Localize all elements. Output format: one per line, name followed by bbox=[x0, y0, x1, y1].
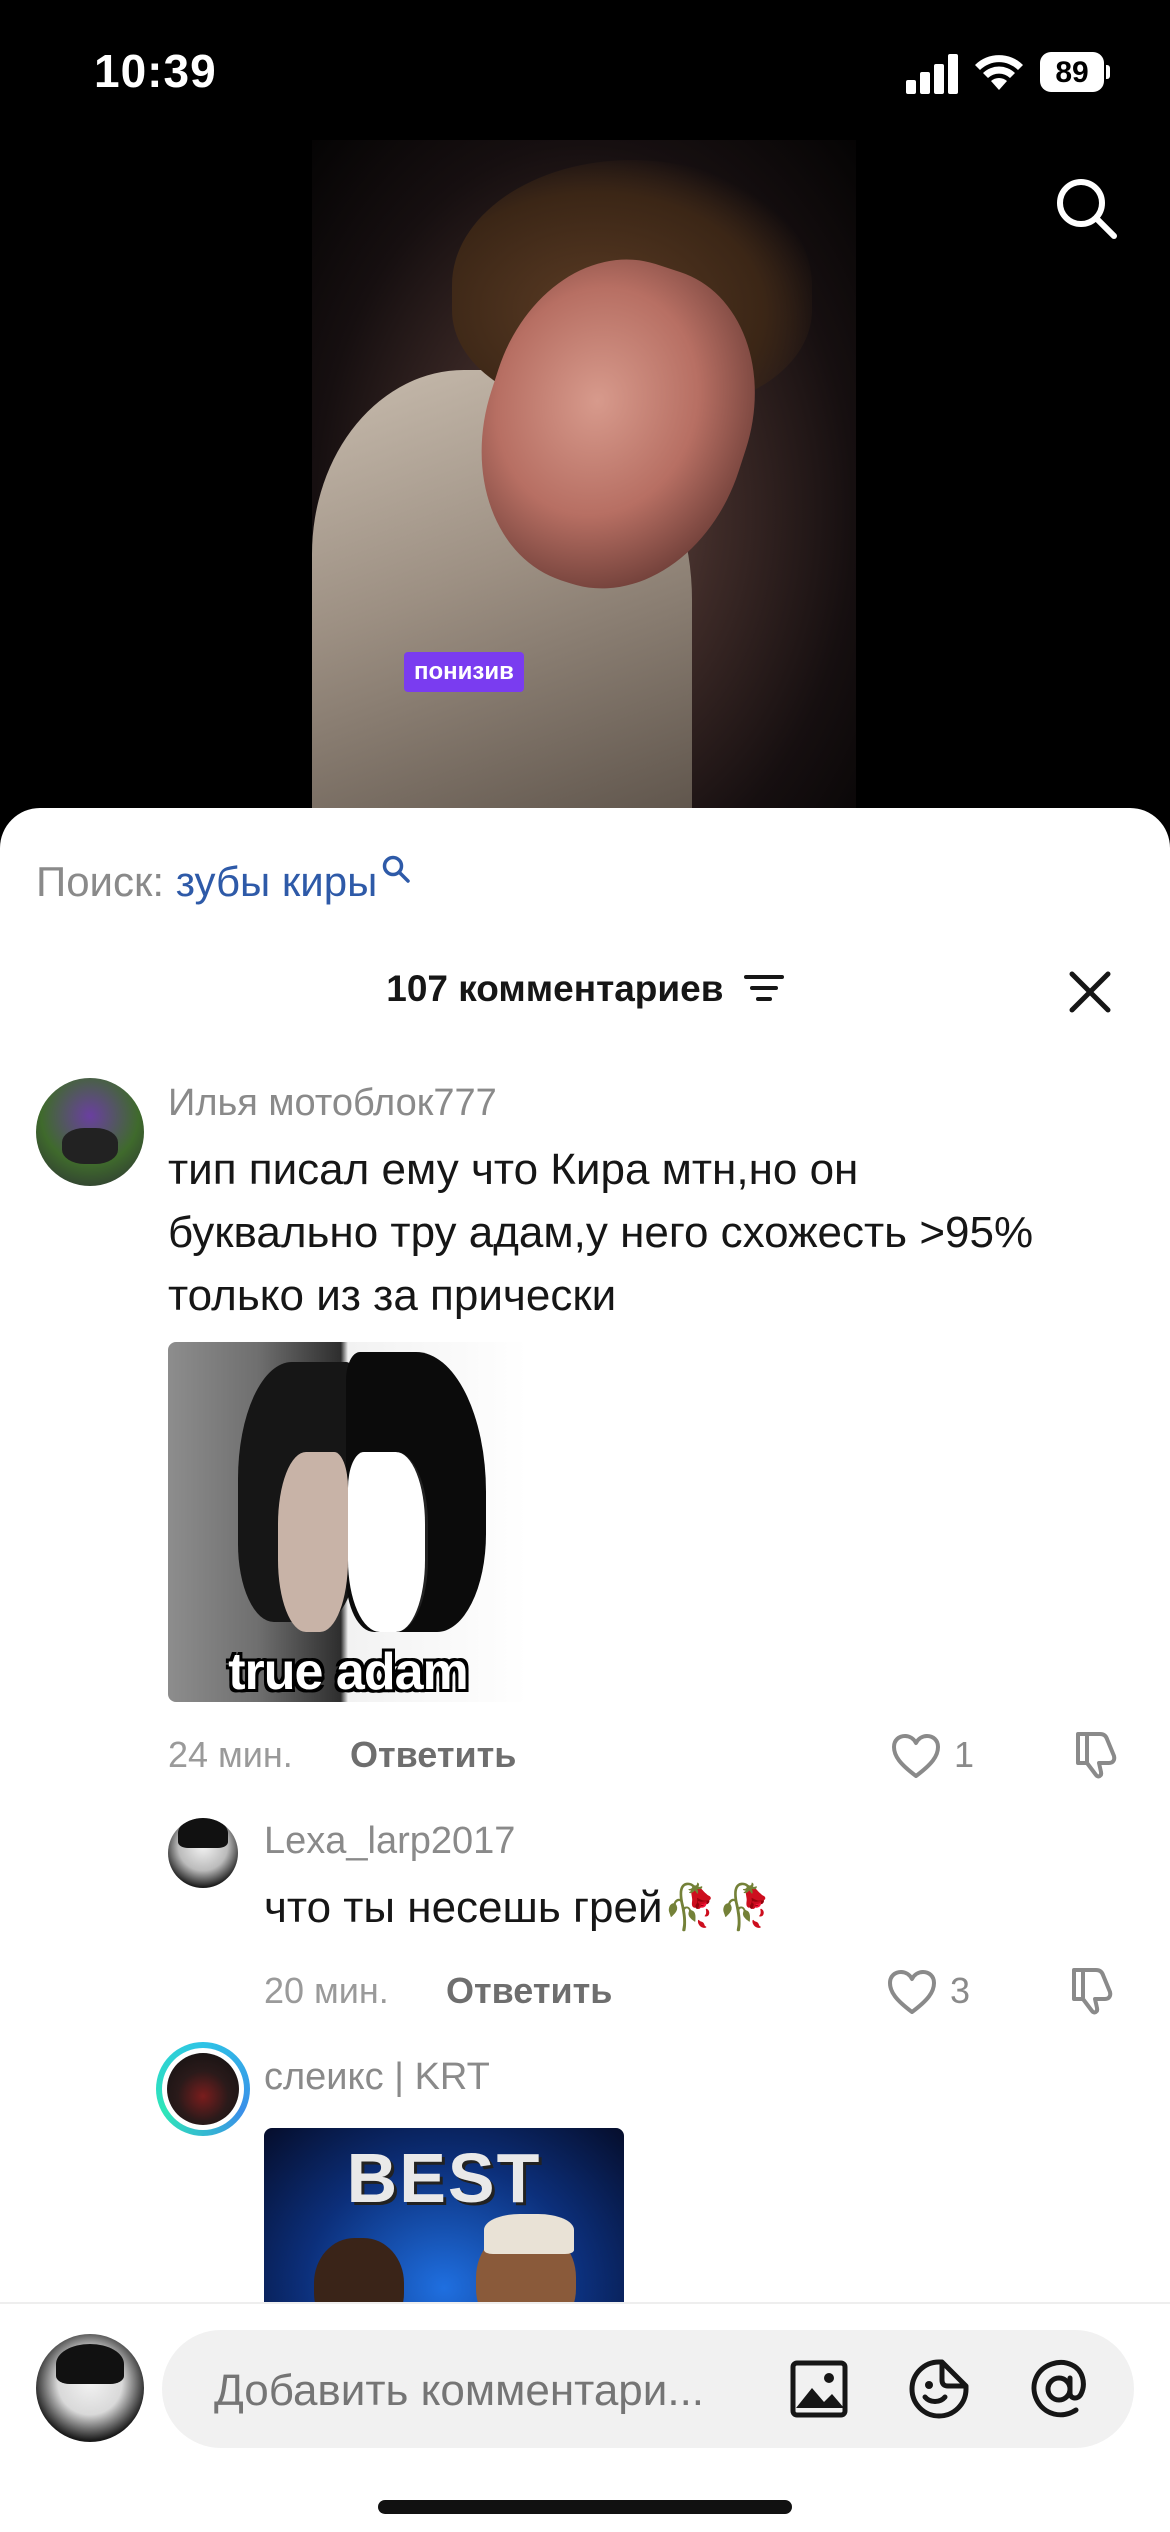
comment-line: буквально тру адам,у него схожесть >95% bbox=[168, 1208, 1034, 1257]
search-term-link[interactable]: зубы киры bbox=[176, 858, 378, 905]
comment-line: только из за прически bbox=[168, 1271, 617, 1320]
comments-header: 107 комментариев bbox=[0, 968, 1170, 1010]
comment-image-label: BEST bbox=[346, 2139, 542, 2217]
video-caption: понизив bbox=[404, 652, 524, 692]
status-bar: 10:39 89 bbox=[0, 0, 1170, 140]
dislike-icon[interactable] bbox=[1070, 1728, 1122, 1780]
dislike-icon[interactable] bbox=[1066, 1964, 1118, 2016]
image-icon[interactable] bbox=[788, 2358, 850, 2420]
like-count: 3 bbox=[950, 1970, 971, 2011]
comments-sheet: Поиск: зубы киры 107 комментариев Илья м… bbox=[0, 808, 1170, 2532]
comment-text: тип писал ему что Кира мтн,но он букваль… bbox=[168, 1138, 1033, 1327]
sticker-icon[interactable] bbox=[908, 2358, 970, 2420]
wifi-icon bbox=[975, 55, 1023, 90]
comment-username[interactable]: Lexa_larp2017 bbox=[264, 1820, 515, 1863]
close-icon[interactable] bbox=[1066, 968, 1114, 1016]
home-indicator bbox=[378, 2500, 792, 2514]
reply-button[interactable]: Ответить bbox=[446, 1970, 612, 2012]
heart-icon[interactable] bbox=[886, 1968, 938, 2016]
status-time: 10:39 bbox=[94, 45, 217, 97]
comment-input-bar bbox=[0, 2302, 1170, 2532]
comment-username[interactable]: Илья мотоблок777 bbox=[168, 1082, 497, 1125]
comment-username[interactable]: слеикс | KRT bbox=[264, 2056, 490, 2099]
search-small-icon bbox=[383, 855, 411, 883]
heart-icon[interactable] bbox=[890, 1732, 942, 1780]
comment-time: 24 мин. bbox=[168, 1734, 293, 1775]
comment-image-label: true adam bbox=[228, 1643, 469, 1701]
related-search[interactable]: Поиск: зубы киры bbox=[36, 855, 411, 906]
search-prefix: Поиск: bbox=[36, 858, 165, 905]
comment-input[interactable] bbox=[214, 2366, 754, 2416]
comment-text: что ты несешь грей🥀🥀 bbox=[264, 1883, 773, 1932]
comment-line: тип писал ему что Кира мтн,но он bbox=[168, 1145, 859, 1194]
comment-input-container[interactable] bbox=[162, 2330, 1134, 2448]
filter-icon[interactable] bbox=[743, 971, 784, 1005]
cellular-signal-icon bbox=[906, 54, 958, 94]
video-player[interactable]: понизив bbox=[312, 140, 856, 820]
comment-count: 107 комментариев bbox=[386, 968, 724, 1009]
avatar[interactable] bbox=[36, 1078, 144, 1186]
comment-image[interactable]: BEST bbox=[264, 2128, 624, 2328]
battery-icon: 89 bbox=[1040, 52, 1110, 92]
comment-image[interactable]: true adam bbox=[168, 1342, 528, 1702]
avatar-story-ring[interactable] bbox=[156, 2042, 250, 2136]
comment-time: 20 мин. bbox=[264, 1970, 389, 2011]
avatar[interactable] bbox=[168, 1818, 238, 1888]
search-icon[interactable] bbox=[1052, 174, 1120, 242]
battery-level: 89 bbox=[1055, 56, 1089, 89]
reply-button[interactable]: Ответить bbox=[350, 1734, 516, 1776]
my-avatar[interactable] bbox=[36, 2334, 144, 2442]
mention-icon[interactable] bbox=[1028, 2358, 1090, 2420]
like-count: 1 bbox=[954, 1734, 975, 1775]
